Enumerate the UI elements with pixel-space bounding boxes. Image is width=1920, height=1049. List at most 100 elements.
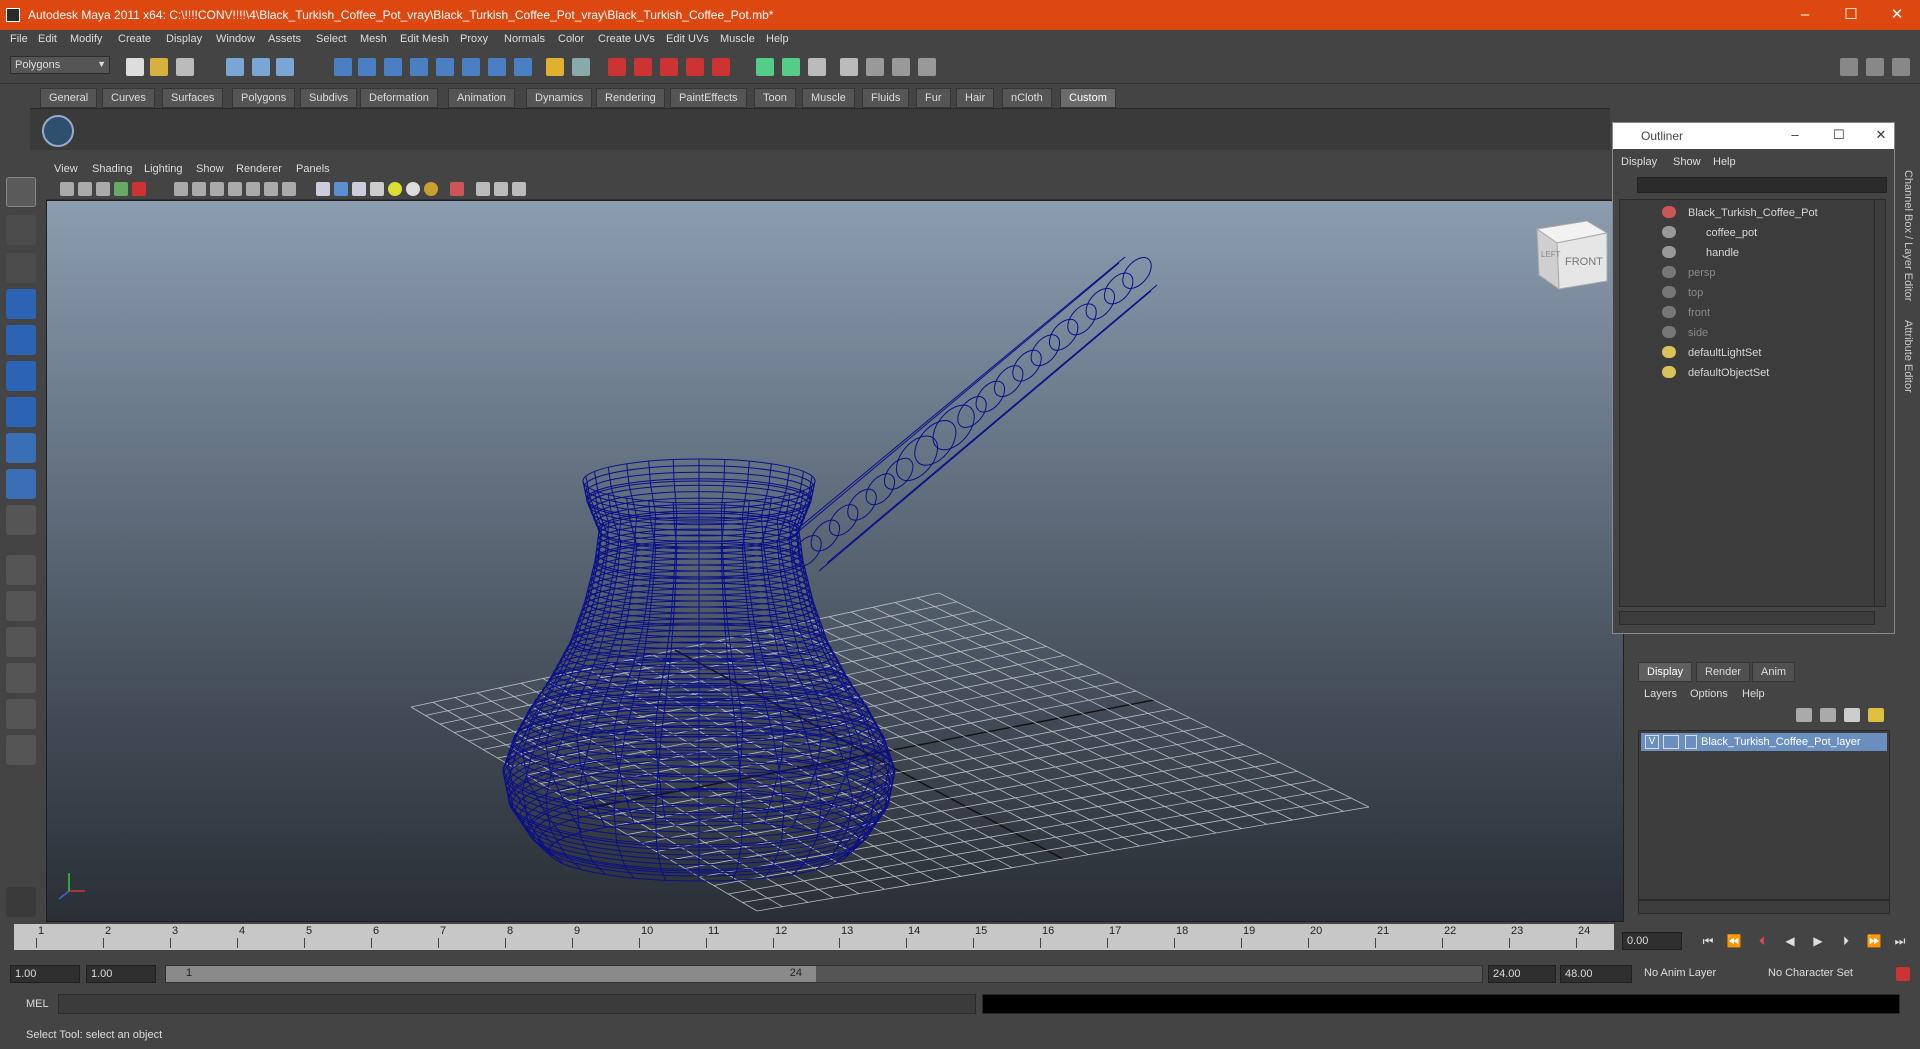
two-d-pan-zoom-icon[interactable] [132,182,146,196]
shelf-tab-animation[interactable]: Animation [448,88,515,108]
image-plane-icon[interactable] [114,182,128,196]
menu-proxy[interactable]: Proxy [460,33,488,45]
move-tool-icon[interactable] [6,289,36,319]
outliner-item[interactable]: defaultObjectSet [1620,364,1874,382]
select-by-component-icon[interactable] [276,58,294,76]
menu-mesh[interactable]: Mesh [360,33,387,45]
shelf-tab-custom[interactable]: Custom [1060,88,1116,108]
menu-edit[interactable]: Edit [38,33,57,45]
smooth-shade-icon[interactable] [334,182,348,196]
new-layer-selected-icon[interactable] [1868,708,1884,722]
shelf-tab-deformation[interactable]: Deformation [360,88,438,108]
range-track[interactable]: 1 24 [165,965,1483,983]
camera-select-icon[interactable] [60,182,74,196]
play-backwards-icon[interactable]: ◀ [1780,932,1800,950]
menu-edit-mesh[interactable]: Edit Mesh [400,33,449,45]
lock-icon[interactable] [546,58,564,76]
isolate-select-icon[interactable] [450,182,464,196]
layer-menu-options[interactable]: Options [1690,688,1728,700]
grid-icon[interactable] [174,182,188,196]
snap-point-icon[interactable] [384,58,402,76]
textured-icon[interactable] [370,182,384,196]
render-icon[interactable] [634,58,652,76]
snap-curve-icon[interactable] [358,58,376,76]
layer-menu-layers[interactable]: Layers [1644,688,1677,700]
scale-tool-icon[interactable] [6,361,36,391]
field-chart-icon[interactable] [246,182,260,196]
menu-color[interactable]: Color [558,33,584,45]
new-layer-icon[interactable] [1844,708,1860,722]
layer-horizontal-scrollbar[interactable] [1638,900,1890,914]
shelf-tab-curves[interactable]: Curves [102,88,155,108]
outliner-persp-layout-icon[interactable] [6,627,36,657]
current-time-field[interactable]: 0.00 [1622,932,1682,950]
tool-settings-icon[interactable] [840,58,858,76]
tab-attribute-editor[interactable]: Attribute Editor [1902,320,1914,393]
channel-box-toggle-icon[interactable] [1892,58,1910,76]
backface-icon[interactable] [512,182,526,196]
layer-color-swatch[interactable] [1685,735,1697,749]
command-input[interactable] [58,994,976,1014]
toggle-pane-icon[interactable] [756,58,774,76]
outliner-maximize-button[interactable]: ☐ [1827,127,1851,143]
time-slider[interactable]: 1 2 3 4 5 6 7 8 9 10 11 12 13 14 15 16 17 18 19 20 21 22 23 24 [14,924,1614,950]
show-ui-icon[interactable] [918,58,936,76]
paint-select-tool-icon[interactable] [6,253,36,283]
outliner-minimize-button[interactable]: – [1783,127,1807,142]
shadows-icon[interactable] [406,182,420,196]
menu-create-uvs[interactable]: Create UVs [598,33,655,45]
menu-help[interactable]: Help [766,33,789,45]
toggle-channel-icon[interactable] [782,58,800,76]
outliner-item[interactable]: defaultLightSet [1620,344,1874,362]
layer-tab-display[interactable]: Display [1638,662,1693,682]
range-thumb[interactable]: 1 24 [166,966,816,982]
xray-joints-icon[interactable] [494,182,508,196]
layer-tab-render[interactable]: Render [1696,662,1751,682]
graph-persp-layout-icon[interactable] [6,663,36,693]
panel-menu-lighting[interactable]: Lighting [144,163,183,175]
input-operations-icon[interactable] [608,58,626,76]
outliner-item[interactable]: front [1620,304,1874,322]
outliner-filter-input[interactable] [1637,177,1887,193]
safe-action-icon[interactable] [264,182,278,196]
checkmark-shelf-icon[interactable] [42,115,74,147]
menu-file[interactable]: File [10,33,28,45]
open-scene-icon[interactable] [150,58,168,76]
command-language-label[interactable]: MEL [26,998,49,1010]
show-manipulator-icon[interactable] [6,469,36,499]
outliner-item[interactable]: side [1620,324,1874,342]
quick-layout-icon[interactable] [6,887,36,917]
modeling-toolkit-icon[interactable] [1840,58,1858,76]
shelf-tab-muscle[interactable]: Muscle [802,88,855,108]
construction-icon[interactable] [488,58,506,76]
shelf-tab-general[interactable]: General [40,88,98,108]
animation-end-field[interactable]: 48.00 [1560,965,1632,983]
gate-mask-icon[interactable] [228,182,242,196]
step-forward-key-icon[interactable]: ⏩ [1864,932,1884,950]
select-highlight-icon[interactable] [572,58,590,76]
panel-layout-icon[interactable] [892,58,910,76]
menu-muscle[interactable]: Muscle [720,33,755,45]
shelf-tab-polygons[interactable]: Polygons [232,88,296,108]
menu-edit-uvs[interactable]: Edit UVs [666,33,709,45]
select-by-hierarchy-icon[interactable] [226,58,244,76]
panel-menu-renderer[interactable]: Renderer [236,163,282,175]
step-back-frame-icon[interactable]: ⏴ [1752,932,1772,950]
shelf-tab-fluids[interactable]: Fluids [862,88,910,108]
bookmark-icon[interactable] [96,182,110,196]
move-layer-down-icon[interactable] [1820,708,1836,722]
single-pane-layout-icon[interactable] [6,555,36,585]
universal-manipulator-icon[interactable] [6,397,36,427]
layer-visibility-toggle[interactable]: V [1645,735,1659,749]
menu-display[interactable]: Display [166,33,202,45]
shelf-tab-subdivs[interactable]: Subdivs [300,88,358,108]
menu-assets[interactable]: Assets [268,33,301,45]
lasso-tool-icon[interactable] [6,215,36,245]
wireframe-icon[interactable] [316,182,330,196]
soft-modification-icon[interactable] [6,433,36,463]
character-set-dropdown[interactable]: No Character Set [1764,965,1884,983]
maya-app-icon[interactable] [6,8,20,22]
view-cube[interactable]: FRONT LEFT [1535,220,1609,290]
scene-canvas[interactable]: FRONT LEFT [47,201,1624,922]
menu-normals[interactable]: Normals [504,33,545,45]
